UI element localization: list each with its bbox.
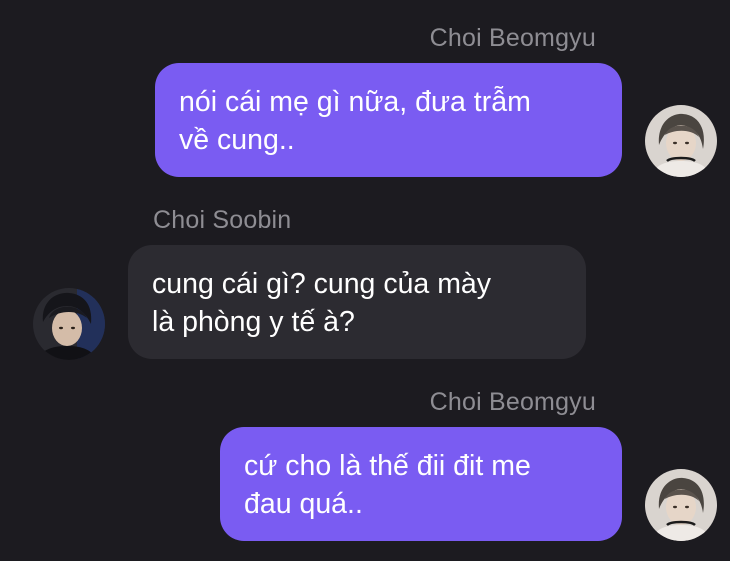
message-bubble-outgoing[interactable]: cứ cho là thế đii đit me đau quá..	[220, 427, 622, 541]
sender-name: Choi Beomgyu	[429, 388, 596, 416]
avatar[interactable]	[33, 288, 105, 360]
soobin-avatar-icon	[33, 288, 105, 360]
chat-thread: Choi Beomgyu nói cái mẹ gì nữa, đưa trẫm…	[0, 0, 730, 561]
beomgyu-avatar-icon	[645, 105, 717, 177]
message-bubble-outgoing[interactable]: nói cái mẹ gì nữa, đưa trẫm về cung..	[155, 63, 622, 177]
beomgyu-avatar-icon	[645, 469, 717, 541]
avatar[interactable]	[645, 105, 717, 177]
sender-name: Choi Soobin	[153, 206, 292, 234]
avatar[interactable]	[645, 469, 717, 541]
sender-name: Choi Beomgyu	[429, 24, 596, 52]
message-bubble-incoming[interactable]: cung cái gì? cung của mày là phòng y tế …	[128, 245, 586, 359]
